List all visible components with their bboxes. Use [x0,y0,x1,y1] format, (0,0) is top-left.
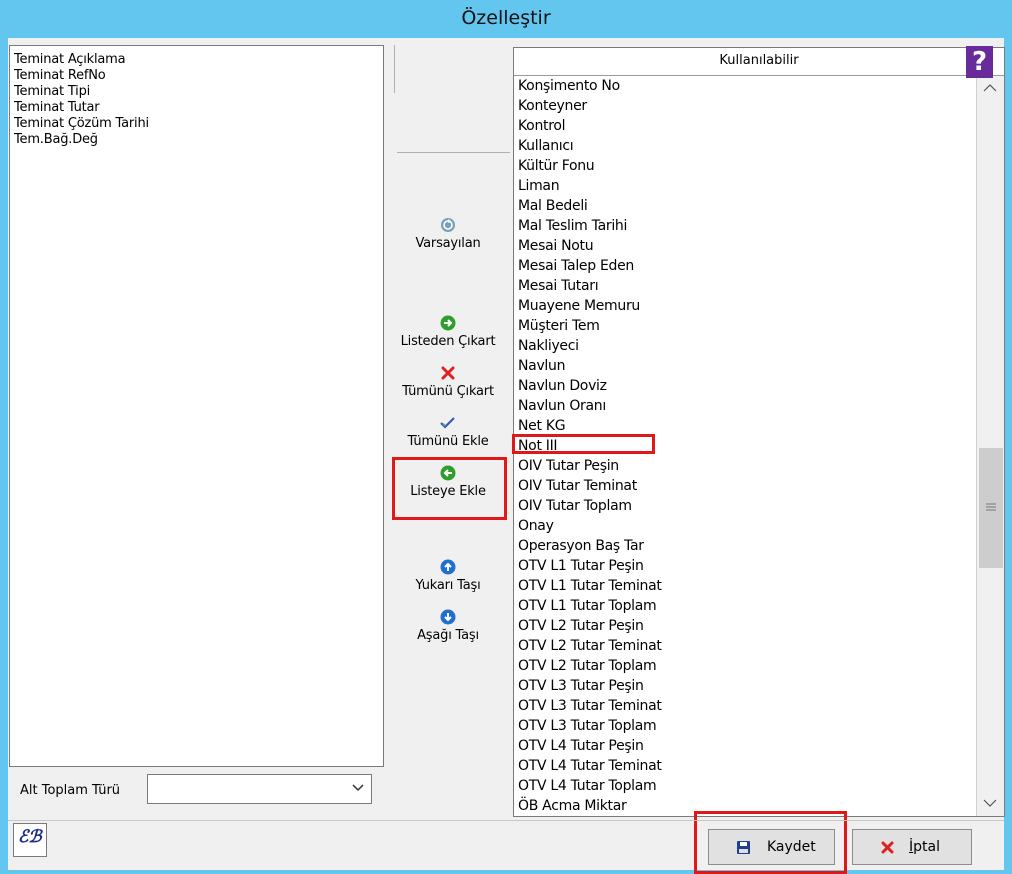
available-list-item[interactable]: Operasyon Baş Tar [514,536,976,556]
available-list-item[interactable]: Kontrol [514,116,976,136]
logo-text: ℰℬ [18,827,42,847]
window-title: Özelleştir [461,7,551,29]
selected-list-item[interactable]: Teminat Tutar [10,100,383,116]
cancel-button[interactable]: İptal [852,829,972,865]
available-list-item[interactable]: OTV L1 Tutar Toplam [514,596,976,616]
available-list-item[interactable]: Liman [514,176,976,196]
add-all-button[interactable]: Tümünü Ekle [384,415,512,451]
available-list-item[interactable]: Navlun Oranı [514,396,976,416]
scroll-thumb[interactable] [979,448,1003,568]
available-list-item[interactable]: Mal Teslim Tarihi [514,216,976,236]
available-list-item[interactable]: OTV L2 Tutar Teminat [514,636,976,656]
available-list-item[interactable]: OTV L4 Tutar Peşin [514,736,976,756]
available-list-item[interactable]: OTV L2 Tutar Toplam [514,656,976,676]
remove-all-button[interactable]: Tümünü Çıkart [384,365,512,401]
selected-list-item[interactable]: Teminat Çözüm Tarihi [10,116,383,132]
action-panel: Varsayılan Listeden Çıkart Tümünü Çıkart… [384,45,512,820]
available-list-item[interactable]: Net KG [514,416,976,436]
available-list-item[interactable]: Mesai Notu [514,236,976,256]
red-x-icon [441,366,455,380]
available-list-item[interactable]: OTV L4 Tutar Teminat [514,756,976,776]
reset-icon [441,218,455,232]
red-x-icon [881,841,894,854]
available-list-item[interactable]: Nakliyeci [514,336,976,356]
arrow-left-icon [440,465,456,481]
arrow-up-icon [440,559,456,575]
cancel-label: İptal [909,839,940,855]
available-list-item[interactable]: Muayene Memuru [514,296,976,316]
available-list-item[interactable]: Not III [514,436,976,456]
arrow-down-icon [440,609,456,625]
selected-list-item[interactable]: Teminat RefNo [10,68,383,84]
available-list-item[interactable]: Müşteri Tem [514,316,976,336]
defaults-label: Varsayılan [415,236,481,251]
move-down-label: Aşağı Taşı [417,628,479,643]
available-list-item[interactable]: OTV L4 Tutar Toplam [514,776,976,796]
save-label: Kaydet [767,839,816,855]
save-button[interactable]: Kaydet [708,829,835,865]
floppy-disk-icon [737,841,750,854]
available-list-item[interactable]: Onay [514,516,976,536]
add-to-list-label: Listeye Ekle [410,484,486,499]
move-down-button[interactable]: Aşağı Taşı [384,609,512,645]
selected-list-item[interactable]: Teminat Açıklama [10,52,383,68]
window-frame-right [1004,38,1012,874]
selected-columns-list[interactable]: Teminat Açıklama Teminat RefNo Teminat T… [9,45,384,767]
defaults-button[interactable]: Varsayılan [384,217,512,253]
selected-list-item[interactable]: Teminat Tipi [10,84,383,100]
available-list-item[interactable]: Navlun [514,356,976,376]
logo-button[interactable]: ℰℬ [13,823,47,857]
title-bar: Özelleştir [0,0,1012,38]
selected-list-item[interactable]: Tem.Bağ.Değ [10,132,383,148]
available-list-item[interactable]: OTV L1 Tutar Peşin [514,556,976,576]
available-list-item[interactable]: OIV Tutar Teminat [514,476,976,496]
scroll-down-icon[interactable] [981,796,999,810]
window-frame-left [0,38,8,874]
available-list-item[interactable]: Konteyner [514,96,976,116]
available-list-item[interactable]: OTV L3 Tutar Teminat [514,696,976,716]
available-list-item[interactable]: Konşimento No [514,76,976,96]
subtotal-type-select[interactable] [147,774,372,804]
available-list-item[interactable]: OIV Tutar Toplam [514,496,976,516]
remove-from-list-label: Listeden Çıkart [400,334,496,349]
move-up-label: Yukarı Taşı [415,578,481,593]
available-list-header: Kullanılabilir [514,48,1004,76]
available-list-item[interactable]: OTV L2 Tutar Peşin [514,616,976,636]
scroll-up-icon[interactable] [981,81,999,95]
available-header-label: Kullanılabilir [719,53,799,68]
move-up-button[interactable]: Yukarı Taşı [384,559,512,595]
available-list-item[interactable]: Navlun Doviz [514,376,976,396]
available-list-item[interactable]: Kullanıcı [514,136,976,156]
available-list-item[interactable]: Kültür Fonu [514,156,976,176]
add-all-label: Tümünü Ekle [407,434,489,449]
grip-icon [986,503,996,511]
add-to-list-button[interactable]: Listeye Ekle [384,465,512,501]
double-check-icon [440,417,455,429]
available-list-item[interactable]: OTV L1 Tutar Teminat [514,576,976,596]
available-list-item[interactable]: Mesai Tutarı [514,276,976,296]
available-list-item[interactable]: Mal Bedeli [514,196,976,216]
vertical-scrollbar[interactable] [976,76,1004,816]
remove-from-list-button[interactable]: Listeden Çıkart [384,315,512,351]
arrow-right-icon [440,315,456,331]
available-columns-list[interactable]: Kullanılabilir Konşimento No Konteyner Kon… [513,47,1005,817]
available-list-item[interactable]: OIV Tutar Peşin [514,456,976,476]
available-list-item[interactable]: OTV L3 Tutar Toplam [514,716,976,736]
window-frame-bottom [0,870,1012,874]
chevron-down-icon [352,784,364,792]
available-list-items: Konşimento No Konteyner Kontrol Kullanıcı Kü… [514,76,976,816]
available-list-item[interactable]: Mesai Talep Eden [514,256,976,276]
remove-all-label: Tümünü Çıkart [402,384,494,399]
available-list-item[interactable]: ÖB Acma Miktar [514,796,976,816]
available-list-item[interactable]: OTV L3 Tutar Peşin [514,676,976,696]
subtotal-type-label: Alt Toplam Türü [20,783,121,798]
help-icon[interactable]: ? [966,46,993,78]
